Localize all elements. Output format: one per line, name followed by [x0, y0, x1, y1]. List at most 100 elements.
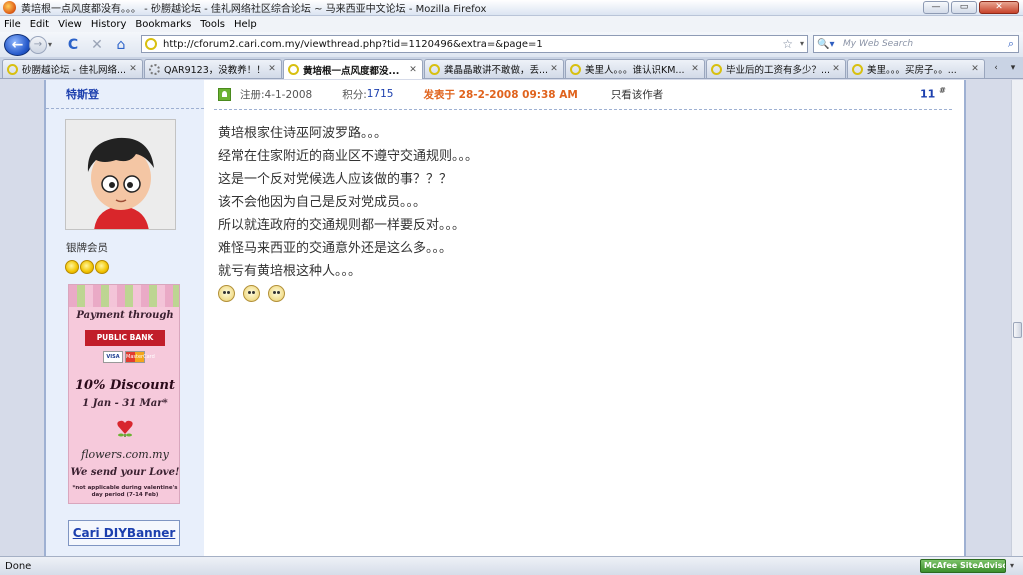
floor-number: 11	[920, 87, 936, 101]
divider	[214, 109, 952, 110]
search-input[interactable]: My Web Search	[843, 39, 913, 49]
menu-file[interactable]: File	[4, 19, 21, 30]
mastercard-icon: MasterCard	[125, 351, 155, 363]
member-rank: 银牌会员	[66, 242, 108, 254]
post-line: 经常在住家附近的商业区不遵守交通规则。。。	[218, 149, 479, 164]
avatar-boy-icon	[66, 120, 175, 229]
search-go-icon[interactable]: ⌕	[1008, 37, 1014, 51]
scrollbar-thumb[interactable]	[1013, 322, 1022, 338]
tab-close-icon[interactable]: ✕	[969, 64, 981, 74]
back-button[interactable]: ←	[4, 33, 31, 56]
post-floor-number[interactable]: 11 #	[920, 86, 946, 101]
tab-favicon-icon	[852, 63, 863, 75]
window-title-bar: 黄培根一点风度都没有。。。 - 砂朥越论坛 - 佳礼网络社区综合论坛 ~ 马来西…	[0, 0, 1023, 16]
points-value: 1715	[366, 88, 394, 100]
post-emoticons	[218, 285, 285, 302]
url-dropdown-icon[interactable]: ▾	[800, 36, 804, 52]
tab-miri-house[interactable]: 美里。。。买房子。。... ✕	[847, 59, 985, 78]
menu-tools[interactable]: Tools	[200, 19, 225, 30]
post-username[interactable]: 特斯登	[66, 86, 99, 102]
mcafee-dropdown-icon[interactable]: ▾	[1010, 559, 1014, 573]
tab-active-thread[interactable]: 黄培根一点风度都没... ✕	[283, 59, 423, 79]
tab-miri-people[interactable]: 美里人。。。谁认识KM... ✕	[565, 59, 705, 78]
reload-icon[interactable]: C	[64, 36, 82, 54]
moon-star-icon	[80, 260, 94, 274]
minimize-button[interactable]: —	[923, 1, 949, 14]
post-body: 黄培根家住诗巫阿波罗路。。。 经常在住家附近的商业区不遵守交通规则。。。 这是一…	[218, 122, 478, 283]
tab-close-icon[interactable]: ✕	[548, 64, 560, 74]
tab-label: 美里。。。买房子。。...	[867, 65, 957, 76]
tab-qar9123[interactable]: QAR9123，没教养！！... ✕	[144, 59, 282, 78]
menu-history[interactable]: History	[91, 19, 127, 30]
post-line: 黄培根家住诗巫阿波罗路。。。	[218, 126, 388, 141]
vertical-scrollbar[interactable]	[1011, 80, 1023, 556]
tab-close-icon[interactable]: ✕	[830, 64, 842, 74]
tab-scroll-icon[interactable]: ‹	[988, 60, 1004, 77]
tab-label: 美里人。。。谁认识KM...	[585, 65, 685, 76]
post-author-panel: 特斯登 银牌会员 Payment through PUBLIC BANK VIS…	[46, 80, 204, 556]
maximize-button[interactable]: ▭	[951, 1, 977, 14]
floor-mark: #	[939, 86, 946, 95]
forward-button[interactable]: →	[29, 35, 47, 54]
tab-close-icon[interactable]: ✕	[127, 64, 139, 74]
forum-post: 特斯登 银牌会员 Payment through PUBLIC BANK VIS…	[44, 80, 966, 556]
close-window-button[interactable]: ✕	[979, 1, 1019, 14]
laughing-emoticon-icon	[268, 285, 285, 302]
heart-flower-icon	[117, 420, 133, 437]
history-dropdown-icon[interactable]: ▾	[48, 36, 58, 54]
menu-edit[interactable]: Edit	[30, 19, 49, 30]
window-title: 黄培根一点风度都没有。。。 - 砂朥越论坛 - 佳礼网络社区综合论坛 ~ 马来西…	[21, 4, 487, 15]
home-icon[interactable]: ⌂	[112, 36, 130, 54]
tab-close-icon[interactable]: ✕	[689, 64, 701, 74]
laughing-emoticon-icon	[218, 285, 235, 302]
tab-label: 毕业后的工资有多少？...	[726, 65, 830, 76]
mcafee-siteadvisor-button[interactable]: McAfee SiteAdvisor	[920, 559, 1006, 573]
rank-stars	[65, 260, 109, 274]
flowers-ad-banner[interactable]: Payment through PUBLIC BANK VISA MasterC…	[68, 284, 180, 504]
points-label: 积分:	[342, 88, 367, 101]
tab-sarawak-forum[interactable]: 砂朥越论坛 - 佳礼网络... ✕	[2, 59, 143, 78]
tab-favicon-icon	[7, 63, 18, 75]
ad-card-logos: VISA MasterCard	[103, 351, 155, 363]
tab-favicon-icon	[570, 63, 581, 75]
tab-list-dropdown-icon[interactable]: ▾	[1005, 60, 1021, 77]
menu-bar: File Edit View History Bookmarks Tools H…	[0, 16, 1023, 32]
tab-label: 砂朥越论坛 - 佳礼网络...	[22, 65, 127, 76]
tab-close-icon[interactable]: ✕	[266, 64, 278, 74]
smiley-star-icon	[65, 260, 79, 274]
post-timestamp: 发表于 28-2-2008 09:38 AM	[423, 88, 578, 101]
page-content: 特斯登 银牌会员 Payment through PUBLIC BANK VIS…	[0, 80, 1011, 556]
url-text[interactable]: http://cforum2.cari.com.my/viewthread.ph…	[163, 39, 543, 50]
url-bar[interactable]: http://cforum2.cari.com.my/viewthread.ph…	[141, 35, 808, 53]
avatar[interactable]	[65, 119, 176, 230]
tab-label: 龚晶晶敢讲不敢做，丢...	[444, 65, 548, 76]
ad-note-text: *not applicable during valentine's day p…	[72, 485, 178, 498]
search-engine-icon[interactable]: 🔍▾	[817, 39, 837, 50]
post-line: 该不会他因为自己是反对党成员。。。	[218, 195, 427, 210]
cari-diybanner-link[interactable]: Cari DIYBanner	[68, 520, 180, 546]
post-content-panel: 注册:4-1-2008 积分: 1715 发表于 28-2-2008 09:38…	[204, 80, 964, 556]
bookmark-star-icon[interactable]: ☆	[782, 36, 793, 52]
menu-view[interactable]: View	[58, 19, 82, 30]
tab-salary[interactable]: 毕业后的工资有多少？... ✕	[706, 59, 846, 78]
menu-help[interactable]: Help	[234, 19, 257, 30]
menu-bookmarks[interactable]: Bookmarks	[135, 19, 191, 30]
user-online-icon	[218, 87, 231, 101]
tab-close-icon[interactable]: ✕	[407, 65, 419, 75]
ad-site-text: flowers.com.my	[81, 448, 169, 461]
ad-payment-text: Payment through	[76, 310, 174, 321]
ad-swirl-decoration	[69, 285, 179, 307]
post-line: 难怪马来西亚的交通意外还是这么多。。。	[218, 241, 453, 256]
navigation-toolbar: ← → ▾ C ✕ ⌂ http://cforum2.cari.com.my/v…	[0, 32, 1023, 57]
stop-icon[interactable]: ✕	[88, 36, 106, 54]
tab-gong-jingjing[interactable]: 龚晶晶敢讲不敢做，丢... ✕	[424, 59, 564, 78]
window-controls: — ▭ ✕	[923, 1, 1019, 14]
post-meta: 注册:4-1-2008 积分: 1715 发表于 28-2-2008 09:38…	[218, 86, 663, 102]
view-author-only-link[interactable]: 只看该作者	[611, 87, 664, 102]
star-icon	[95, 260, 109, 274]
search-bar[interactable]: 🔍▾ My Web Search ⌕	[813, 35, 1019, 53]
status-text: Done	[5, 560, 32, 572]
status-bar: Done McAfee SiteAdvisor ▾	[0, 556, 1023, 575]
tab-favicon-icon	[288, 64, 299, 75]
firefox-icon	[3, 1, 16, 14]
